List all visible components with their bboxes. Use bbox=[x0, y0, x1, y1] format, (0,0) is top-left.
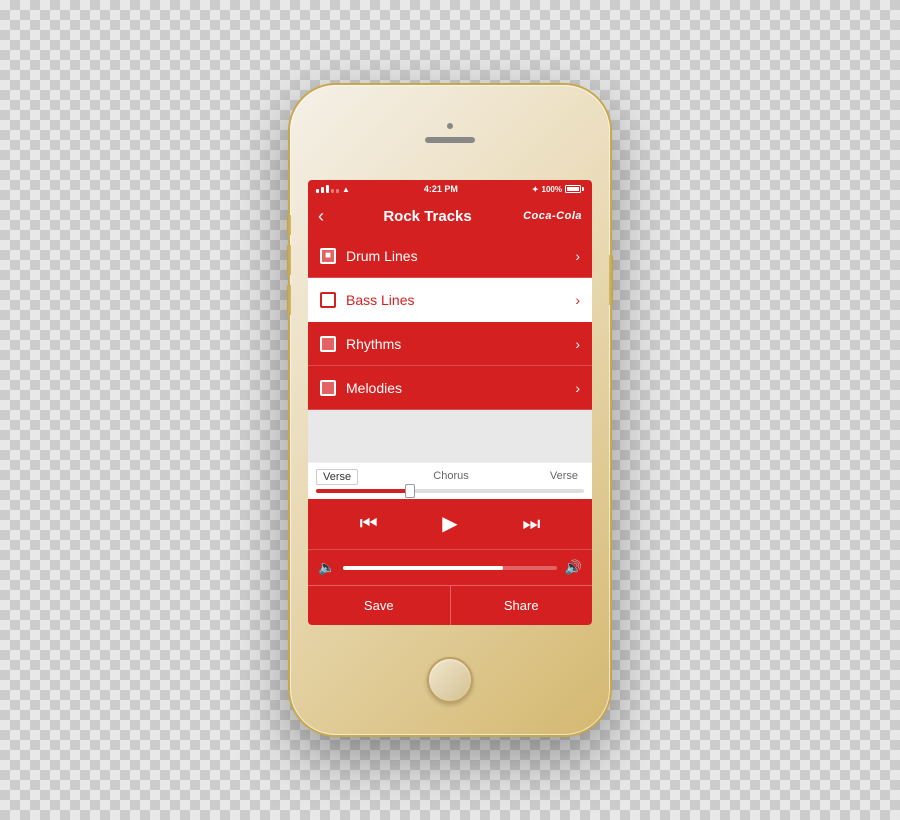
nav-bar: ‹ Rock Tracks Coca-Cola bbox=[308, 198, 592, 234]
status-right: ✦ 100% bbox=[532, 185, 584, 194]
power-button[interactable] bbox=[609, 255, 613, 305]
battery-body bbox=[565, 185, 581, 193]
chevron-melodies: › bbox=[575, 380, 580, 396]
chevron-bass-lines: › bbox=[575, 292, 580, 308]
track-name-drum-lines: Drum Lines bbox=[346, 248, 575, 264]
track-item-bass-lines[interactable]: Bass Lines › bbox=[308, 278, 592, 322]
track-item-melodies[interactable]: Melodies › bbox=[308, 366, 592, 410]
signal-dot-5 bbox=[336, 189, 339, 193]
volume-high-icon: 🔊 bbox=[565, 559, 582, 576]
timeline-label-verse1: Verse bbox=[316, 469, 358, 485]
status-bar: ▲ 4:21 PM ✦ 100% bbox=[308, 180, 592, 198]
volume-up-button[interactable] bbox=[287, 245, 291, 275]
volume-down-button[interactable] bbox=[287, 285, 291, 315]
coca-cola-logo: Coca-Cola bbox=[523, 210, 582, 222]
home-button[interactable] bbox=[427, 657, 473, 703]
back-button[interactable]: ‹ bbox=[318, 207, 324, 225]
timeline-bar[interactable] bbox=[316, 489, 584, 493]
transport-section: ⏮ ▶ ⏭ bbox=[308, 499, 592, 549]
track-list: ■ Drum Lines › Bass Lines › Rhythms › bbox=[308, 234, 592, 462]
status-time: 4:21 PM bbox=[424, 184, 458, 194]
speaker-top bbox=[425, 137, 475, 143]
skip-back-icon: ⏮ bbox=[360, 514, 378, 534]
skip-back-button[interactable]: ⏮ bbox=[353, 508, 385, 540]
signal-dots bbox=[316, 185, 339, 193]
track-item-drum-lines[interactable]: ■ Drum Lines › bbox=[308, 234, 592, 278]
track-name-melodies: Melodies bbox=[346, 380, 575, 396]
nav-title: Rock Tracks bbox=[332, 208, 523, 225]
app-container: ▲ 4:21 PM ✦ 100% ‹ Rock Tracks bbox=[308, 180, 592, 625]
timeline-progress bbox=[316, 489, 410, 493]
volume-low-icon: 🔈 bbox=[318, 559, 335, 576]
volume-fill bbox=[343, 566, 503, 570]
track-name-bass-lines: Bass Lines bbox=[346, 292, 575, 308]
signal-dot-3 bbox=[326, 185, 329, 193]
bluetooth-icon: ✦ bbox=[532, 185, 539, 194]
share-button[interactable]: Share bbox=[451, 586, 593, 625]
track-name-rhythms: Rhythms bbox=[346, 336, 575, 352]
timeline-labels: Verse Chorus Verse bbox=[316, 469, 584, 485]
track-item-rhythms[interactable]: Rhythms › bbox=[308, 322, 592, 366]
track-checkbox-drum-lines[interactable]: ■ bbox=[320, 248, 336, 264]
track-checkbox-melodies[interactable] bbox=[320, 380, 336, 396]
status-left: ▲ bbox=[316, 185, 350, 194]
track-checkbox-bass-lines[interactable] bbox=[320, 292, 336, 308]
skip-forward-icon: ⏭ bbox=[522, 514, 540, 534]
mute-switch[interactable] bbox=[287, 215, 291, 235]
timeline-label-chorus: Chorus bbox=[427, 469, 474, 485]
play-icon: ▶ bbox=[442, 514, 457, 534]
battery-fill bbox=[567, 187, 579, 191]
signal-dot-4 bbox=[331, 189, 334, 193]
phone-screen: ▲ 4:21 PM ✦ 100% ‹ Rock Tracks bbox=[308, 180, 592, 625]
volume-section: 🔈 🔊 bbox=[308, 549, 592, 585]
battery-percent: 100% bbox=[542, 185, 562, 194]
timeline-thumb[interactable] bbox=[405, 484, 415, 498]
camera bbox=[447, 123, 453, 129]
action-bar: Save Share bbox=[308, 585, 592, 625]
timeline-label-verse2: Verse bbox=[544, 469, 584, 485]
play-button[interactable]: ▶ bbox=[434, 508, 466, 540]
check-mark-drum: ■ bbox=[325, 250, 331, 261]
skip-forward-button[interactable]: ⏭ bbox=[515, 508, 547, 540]
signal-dot-1 bbox=[316, 189, 319, 193]
volume-slider[interactable] bbox=[343, 566, 556, 570]
signal-dot-2 bbox=[321, 187, 324, 193]
timeline-section: Verse Chorus Verse bbox=[308, 462, 592, 499]
save-button[interactable]: Save bbox=[308, 586, 451, 625]
wifi-icon: ▲ bbox=[342, 185, 350, 194]
chevron-rhythms: › bbox=[575, 336, 580, 352]
battery-cap bbox=[582, 187, 584, 191]
chevron-drum-lines: › bbox=[575, 248, 580, 264]
battery bbox=[565, 185, 584, 193]
track-checkbox-rhythms[interactable] bbox=[320, 336, 336, 352]
